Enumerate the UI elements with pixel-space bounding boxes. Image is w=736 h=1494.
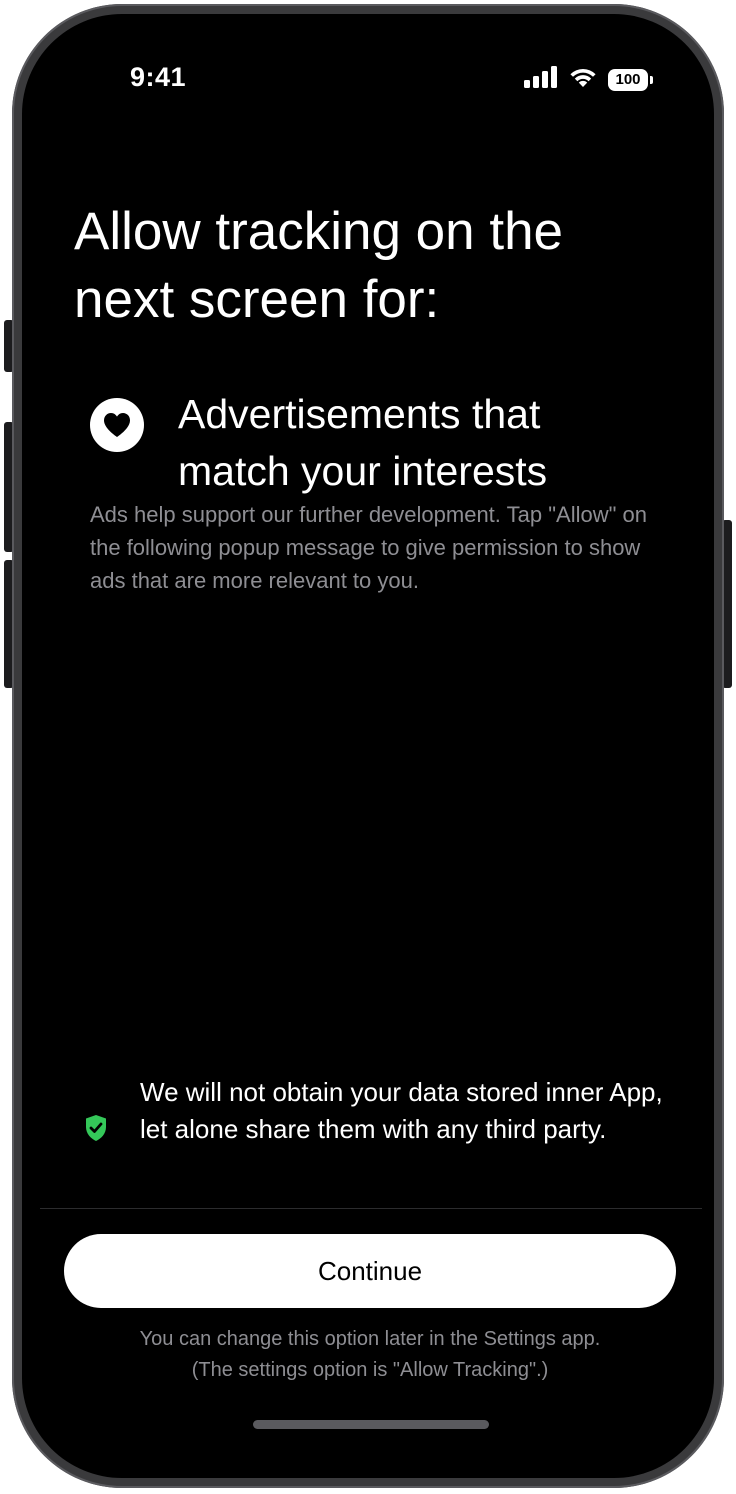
feature-description: Ads help support our further development…	[90, 502, 647, 593]
signal-icon	[524, 66, 558, 93]
page-title-line-1: Allow tracking on the	[74, 202, 564, 261]
shield-check-icon	[84, 1114, 108, 1142]
feature-title-line-2: match your interests	[178, 448, 548, 494]
footnote-line-1: You can change this option later in the …	[139, 1328, 601, 1350]
app-screen: 9:41 100 Allow tracking on the next scre…	[28, 20, 708, 1472]
settings-footnote: You can change this option later in the …	[68, 1324, 672, 1386]
privacy-statement: We will not obtain your data stored inne…	[140, 1077, 663, 1144]
page-title: Allow tracking on the next screen for:	[74, 198, 654, 334]
divider	[40, 1208, 702, 1209]
page-title-line-2: next screen for:	[74, 270, 440, 329]
status-time: 9:41	[130, 62, 187, 92]
home-indicator[interactable]	[253, 1420, 489, 1429]
heart-icon	[90, 398, 144, 452]
status-icons: 100	[524, 66, 653, 93]
footnote-line-2: (The settings option is "Allow Tracking"…	[191, 1359, 549, 1381]
continue-button[interactable]: Continue	[64, 1234, 676, 1308]
feature-title-line-1: Advertisements that	[178, 391, 541, 437]
feature-title: Advertisements that match your interests	[178, 386, 658, 500]
device-stage: 9:41 100 Allow tracking on the next scre…	[0, 0, 736, 1494]
battery-icon: 100	[608, 68, 653, 91]
wifi-icon	[568, 66, 598, 93]
